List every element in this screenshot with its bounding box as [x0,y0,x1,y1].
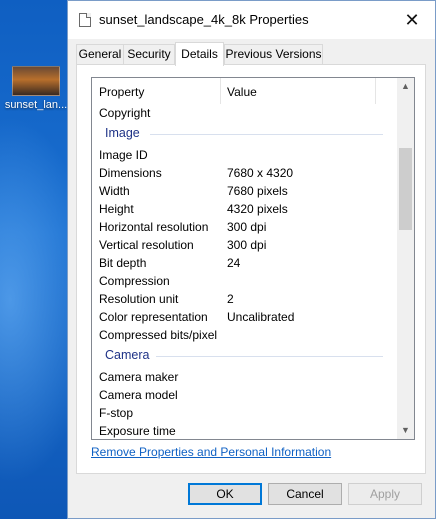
desktop-file-label: sunset_lan... [4,99,68,111]
group-divider [156,356,383,357]
property-row[interactable]: Camera model [92,387,397,405]
group-header-camera: Camera [92,346,397,366]
property-row[interactable]: Height 4320 pixels [92,201,397,219]
property-name: Exposure time [99,424,176,438]
tab-security[interactable]: Security [123,44,175,64]
title-bar[interactable]: sunset_landscape_4k_8k Properties ✕ [68,1,435,39]
group-label: Image [105,126,140,140]
property-row[interactable]: Resolution unit 2 [92,291,397,309]
column-header-property[interactable]: Property [99,85,144,99]
tab-general[interactable]: General [76,44,124,64]
properties-list[interactable]: Property Value Copyright Image Image ID … [91,77,415,440]
property-row[interactable]: Compression [92,273,397,291]
property-name: Compression [99,274,170,288]
vertical-scrollbar[interactable]: ▲ ▼ [397,78,414,439]
details-panel: Property Value Copyright Image Image ID … [76,64,426,474]
group-label: Camera [105,348,150,362]
property-value: Uncalibrated [227,310,295,324]
property-name: F-stop [99,406,134,420]
column-header-value[interactable]: Value [227,85,257,99]
property-name: Copyright [99,106,151,120]
close-button[interactable]: ✕ [389,1,435,39]
property-row[interactable]: Bit depth 24 [92,255,397,273]
property-row[interactable]: Horizontal resolution 300 dpi [92,219,397,237]
property-row[interactable]: Width 7680 pixels [92,183,397,201]
property-row[interactable]: F-stop [92,405,397,423]
property-value: 7680 pixels [227,184,288,198]
property-name: Vertical resolution [99,238,194,252]
group-header-image: Image [92,124,397,144]
file-icon [79,13,91,27]
scroll-thumb[interactable] [399,148,412,230]
property-row[interactable]: Camera maker [92,369,397,387]
group-divider [150,134,383,135]
desktop-file-icon[interactable]: sunset_lan... [2,66,70,111]
image-thumbnail-icon [12,66,60,96]
property-value: 2 [227,292,234,306]
property-row[interactable]: Vertical resolution 300 dpi [92,237,397,255]
property-row[interactable]: Exposure time [92,423,397,439]
property-value: 7680 x 4320 [227,166,294,180]
cancel-button[interactable]: Cancel [268,483,342,505]
tab-previous-versions[interactable]: Previous Versions [224,44,323,64]
remove-properties-link[interactable]: Remove Properties and Personal Informati… [91,445,331,459]
property-value: 4320 pixels [227,202,288,216]
property-name: Camera maker [99,370,179,384]
property-row[interactable]: Copyright [92,105,397,123]
column-divider[interactable] [220,78,221,104]
property-row[interactable]: Compressed bits/pixel [92,327,397,345]
property-row[interactable]: Dimensions 7680 x 4320 [92,165,397,183]
property-name: Horizontal resolution [99,220,209,234]
property-value: 300 dpi [227,238,267,252]
property-name: Camera model [99,388,178,402]
apply-button[interactable]: Apply [348,483,422,505]
properties-dialog: sunset_landscape_4k_8k Properties ✕ Gene… [67,0,436,519]
property-name: Dimensions [99,166,162,180]
property-name: Image ID [99,148,148,162]
property-name: Width [99,184,130,198]
window-title: sunset_landscape_4k_8k Properties [99,12,309,27]
scroll-up-arrow-icon[interactable]: ▲ [397,78,414,95]
column-divider[interactable] [375,78,376,104]
property-value: 24 [227,256,241,270]
ok-button[interactable]: OK [188,483,262,505]
list-header: Property Value [92,78,397,104]
tab-details[interactable]: Details [175,42,224,66]
property-name: Height [99,202,134,216]
property-row[interactable]: Image ID [92,147,397,165]
property-name: Bit depth [99,256,147,270]
scroll-down-arrow-icon[interactable]: ▼ [397,422,414,439]
property-value: 300 dpi [227,220,267,234]
property-name: Compressed bits/pixel [99,328,218,342]
property-name: Color representation [99,310,208,324]
property-name: Resolution unit [99,292,179,306]
property-row[interactable]: Color representation Uncalibrated [92,309,397,327]
